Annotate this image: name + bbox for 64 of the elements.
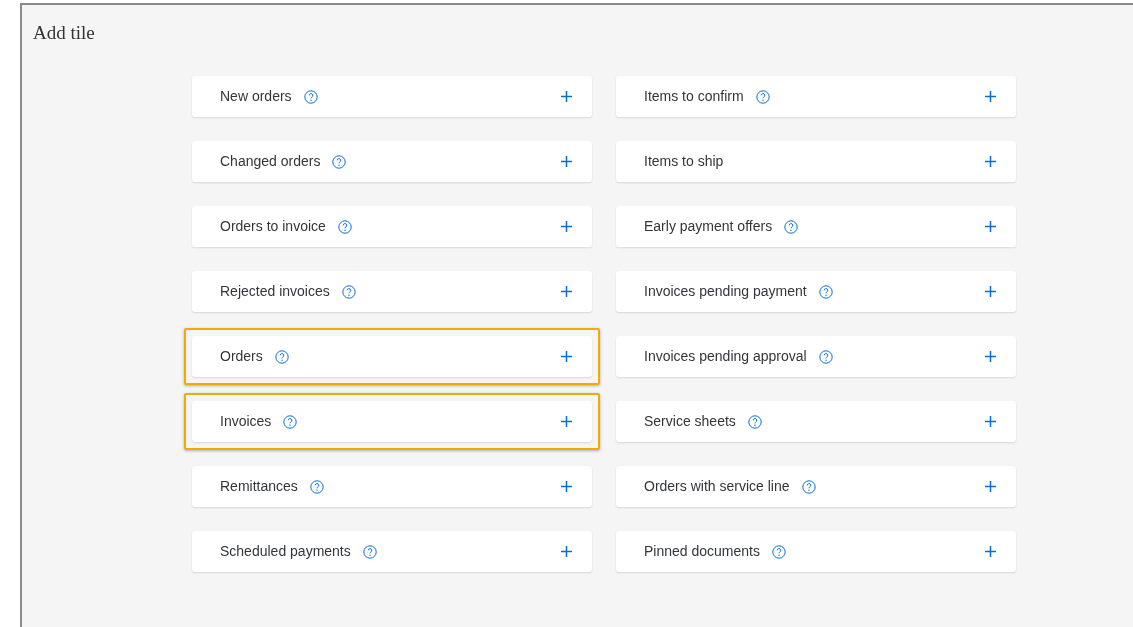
help-icon[interactable] (303, 89, 318, 104)
plus-icon[interactable] (985, 91, 996, 102)
tile-card[interactable]: Scheduled payments (192, 531, 592, 572)
tile-label: Invoices pending approval (644, 347, 807, 366)
tile-label: Remittances (220, 477, 298, 496)
tile-card[interactable]: Changed orders (192, 141, 592, 182)
tile-label: Invoices (220, 412, 272, 431)
plus-icon[interactable] (561, 416, 572, 427)
help-icon[interactable] (362, 544, 377, 559)
plus-icon[interactable] (985, 221, 996, 232)
tile-label: Early payment offers (644, 217, 773, 236)
help-icon[interactable] (801, 479, 816, 494)
plus-icon[interactable] (561, 481, 572, 492)
plus-icon[interactable] (561, 546, 572, 557)
tile-card[interactable]: Items to confirm (616, 76, 1016, 117)
plus-icon[interactable] (985, 156, 996, 167)
help-icon[interactable] (818, 349, 833, 364)
tile-label: Items to confirm (644, 87, 744, 106)
help-icon[interactable] (818, 284, 833, 299)
plus-icon[interactable] (561, 91, 572, 102)
tile-label: Orders with service line (644, 477, 790, 496)
tile-label: Items to ship (644, 152, 724, 171)
tile-label: Orders (220, 347, 263, 366)
plus-icon[interactable] (561, 156, 572, 167)
help-icon[interactable] (771, 544, 786, 559)
plus-icon[interactable] (985, 481, 996, 492)
tile-card[interactable]: Invoices pending payment (616, 271, 1016, 312)
help-icon[interactable] (309, 479, 324, 494)
plus-icon[interactable] (561, 351, 572, 362)
help-icon[interactable] (332, 154, 347, 169)
tile-card[interactable]: New orders (192, 76, 592, 117)
tile-label: Rejected invoices (220, 282, 330, 301)
tile-card[interactable]: Orders to invoice (192, 206, 592, 247)
help-icon[interactable] (747, 414, 762, 429)
plus-icon[interactable] (561, 286, 572, 297)
tile-label: New orders (220, 87, 292, 106)
tile-card[interactable]: Invoices pending approval (616, 336, 1016, 377)
help-icon[interactable] (755, 89, 770, 104)
tile-card[interactable]: Pinned documents (616, 531, 1016, 572)
dialog-title: Add tile (33, 21, 96, 45)
tile-card[interactable]: Rejected invoices (192, 271, 592, 312)
tile-card[interactable]: Items to ship (616, 141, 1016, 182)
tile-label: Service sheets (644, 412, 736, 431)
tile-card[interactable]: Early payment offers (616, 206, 1016, 247)
help-icon[interactable] (274, 349, 289, 364)
tile-label: Orders to invoice (220, 217, 326, 236)
plus-icon[interactable] (561, 221, 572, 232)
plus-icon[interactable] (985, 286, 996, 297)
plus-icon[interactable] (985, 351, 996, 362)
tile-card[interactable]: Remittances (192, 466, 592, 507)
tile-card[interactable]: Invoices (192, 401, 592, 442)
plus-icon[interactable] (985, 546, 996, 557)
tile-card[interactable]: Service sheets (616, 401, 1016, 442)
tile-label: Scheduled payments (220, 542, 351, 561)
plus-icon[interactable] (985, 416, 996, 427)
help-icon[interactable] (341, 284, 356, 299)
help-icon[interactable] (283, 414, 298, 429)
help-icon[interactable] (784, 219, 799, 234)
tile-label: Changed orders (220, 152, 321, 171)
tile-card[interactable]: Orders (192, 336, 592, 377)
help-icon[interactable] (337, 219, 352, 234)
tile-label: Invoices pending payment (644, 282, 807, 301)
tile-card[interactable]: Orders with service line (616, 466, 1016, 507)
tile-label: Pinned documents (644, 542, 760, 561)
